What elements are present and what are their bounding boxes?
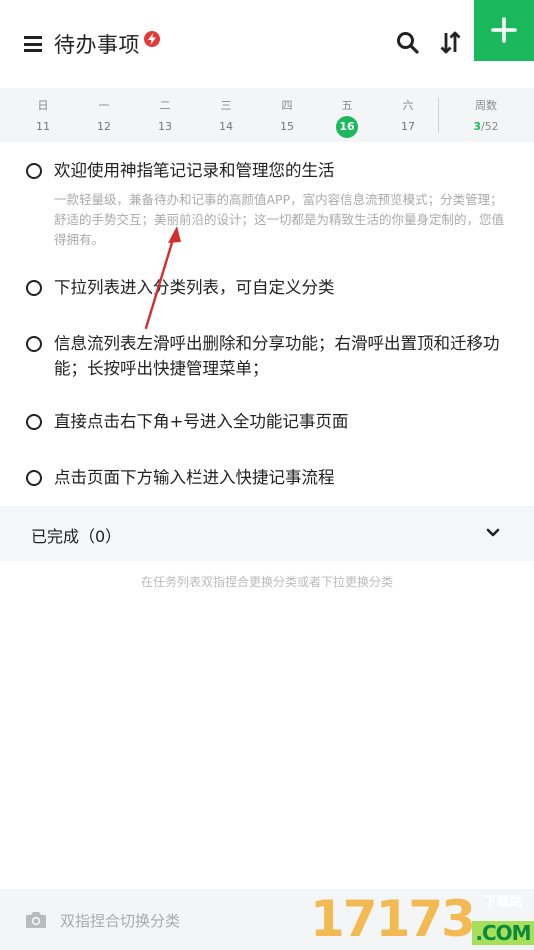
- weekday-label: 四: [281, 99, 293, 112]
- task-description: 一款轻量级，兼备待办和记事的高颜值APP，富内容信息流预览模式；分类管理；舒适的…: [54, 192, 505, 247]
- task-checkbox[interactable]: [26, 163, 42, 179]
- selected-date-label: 16: [336, 116, 358, 138]
- date-label: 12: [97, 120, 111, 133]
- week-number-value: 3/52: [446, 120, 526, 133]
- weekday-label: 六: [402, 99, 414, 112]
- chevron-down-icon[interactable]: [486, 528, 500, 538]
- weekday-label: 二: [159, 99, 171, 112]
- watermark-badge: 下载站 .COM: [472, 889, 534, 950]
- gesture-hint-text: 在任务列表双指捏合更换分类或者下拉更换分类: [140, 575, 393, 589]
- search-icon: [397, 32, 419, 54]
- lightning-badge-icon[interactable]: [144, 31, 160, 47]
- date-label: 15: [280, 120, 294, 133]
- task-title: 欢迎使用神指笔记记录和管理您的生活: [54, 161, 335, 180]
- date-label: 17: [401, 120, 415, 133]
- day-fri-selected[interactable]: 五 16: [317, 88, 377, 142]
- day-thu[interactable]: 四 15: [257, 88, 317, 142]
- watermark-bottom-text: .COM: [472, 921, 534, 945]
- date-label: 13: [158, 120, 172, 133]
- weekday-label: 一: [98, 99, 110, 112]
- camera-icon[interactable]: [24, 910, 48, 930]
- task-title: 点击页面下方输入栏进入快捷记事流程: [54, 468, 335, 487]
- weekday-label: 五: [341, 99, 353, 112]
- week-total: /52: [480, 120, 499, 133]
- task-title: 下拉列表进入分类列表，可自定义分类: [54, 278, 335, 297]
- completed-section-header[interactable]: 已完成（0）: [0, 506, 534, 561]
- task-title: 直接点击右下角+号进入全功能记事页面: [54, 412, 349, 431]
- watermark-top-text: 下载站: [483, 895, 523, 910]
- watermark-logo: 17173: [310, 890, 476, 948]
- day-wed[interactable]: 三 14: [196, 88, 256, 142]
- completed-label: 已完成（0）: [31, 527, 122, 546]
- weekday-label: 三: [220, 99, 232, 112]
- task-checkbox[interactable]: [26, 414, 42, 430]
- sort-button[interactable]: [438, 30, 464, 56]
- week-number-label: 周数: [475, 99, 497, 112]
- task-checkbox[interactable]: [26, 336, 42, 352]
- date-label: 11: [36, 120, 50, 133]
- week-current: 3: [473, 120, 481, 133]
- day-sun[interactable]: 日 11: [13, 88, 73, 142]
- task-title: 信息流列表左滑呼出删除和分享功能；右滑呼出置顶和迁移功能；长按呼出快捷管理菜单；: [54, 334, 500, 378]
- week-number: 周数 3/52: [446, 88, 526, 142]
- week-calendar-bar: 日 11 一 12 二 13 三 14 四 15 五 16 六 17 周数 3/…: [0, 88, 534, 142]
- plus-icon: [491, 17, 517, 43]
- day-tue[interactable]: 二 13: [135, 88, 195, 142]
- task-checkbox[interactable]: [26, 280, 42, 296]
- week-divider: [438, 98, 439, 133]
- page-title[interactable]: 待办事项: [54, 29, 140, 59]
- day-sat[interactable]: 六 17: [378, 88, 438, 142]
- quick-input-placeholder[interactable]: 双指捏合切换分类: [60, 910, 180, 931]
- add-note-button[interactable]: [474, 0, 534, 61]
- weekday-label: 日: [37, 99, 49, 112]
- hamburger-menu-icon[interactable]: [24, 36, 42, 52]
- date-label: 14: [219, 120, 233, 133]
- search-button[interactable]: [395, 30, 421, 56]
- task-checkbox[interactable]: [26, 470, 42, 486]
- day-mon[interactable]: 一 12: [74, 88, 134, 142]
- app-header: 待办事项: [0, 0, 534, 88]
- sort-icon: [440, 31, 461, 54]
